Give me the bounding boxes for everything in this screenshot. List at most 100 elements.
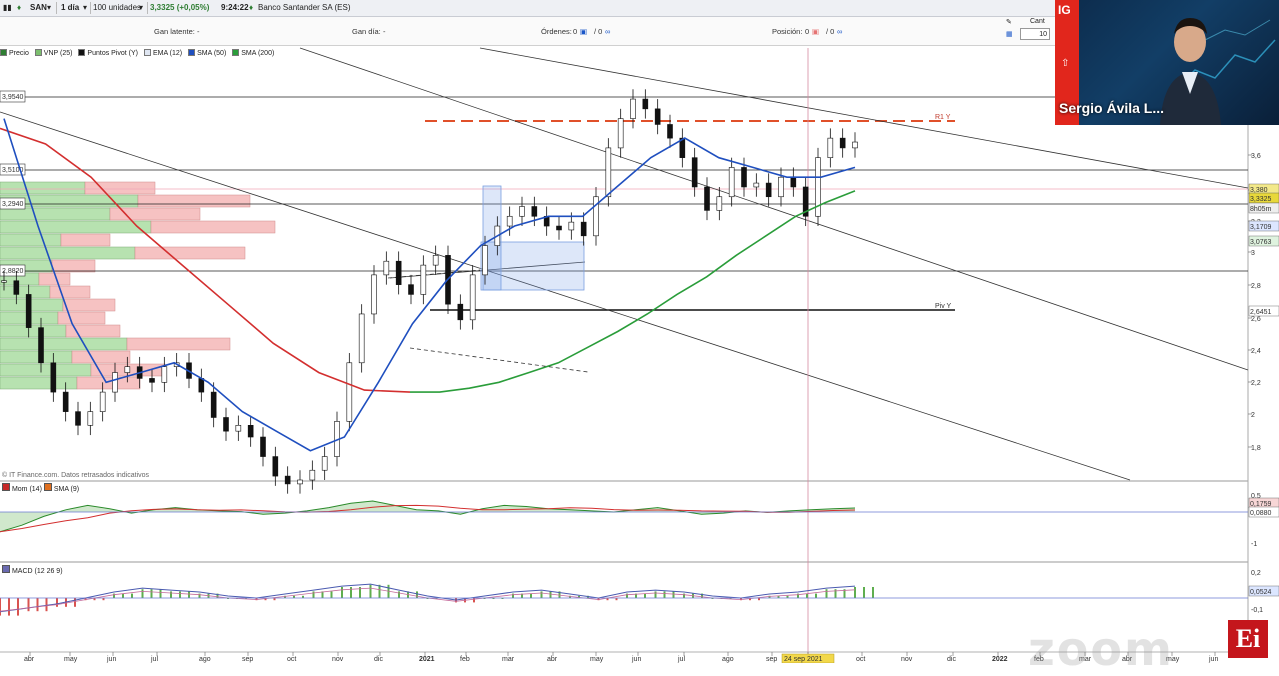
candle-body <box>716 196 723 211</box>
volume-profile-bar <box>57 311 106 325</box>
macd-bar <box>825 589 828 598</box>
candle-body <box>741 167 747 188</box>
y-tick-label: 2 <box>1251 412 1255 419</box>
volume-profile-bar <box>126 337 231 351</box>
x-tick-label: may <box>590 656 604 663</box>
macd-bar <box>122 593 124 598</box>
macd-bar <box>27 598 30 612</box>
legend-label: Puntos Pivot (Y) <box>87 50 138 57</box>
level-label: 3,2940 <box>2 201 24 208</box>
y-tick-label: 3 <box>1251 250 1255 257</box>
legend-item-sma200[interactable]: SMA (200) <box>232 48 274 59</box>
macd-legend: MACD (12 26 9) <box>2 565 63 575</box>
legend-item-price[interactable]: Precio <box>0 48 29 59</box>
x-tick-label: nov <box>332 656 344 663</box>
data-source-note: © IT Finance.com. Datos retrasados indic… <box>2 472 150 479</box>
candle-body <box>482 245 488 276</box>
y-tick-label: 2,8 <box>1251 283 1261 290</box>
candle-body <box>617 118 624 149</box>
x-tick-label: oct <box>287 656 296 663</box>
legend-label[interactable]: MACD (12 26 9) <box>12 568 63 575</box>
macd-bar <box>672 591 675 598</box>
volume-profile-bar <box>0 181 86 195</box>
level-label: 2,8820 <box>2 268 24 275</box>
candle-body <box>124 366 131 373</box>
candle-body <box>457 303 464 321</box>
candle-body <box>827 137 834 158</box>
candle-body <box>753 182 760 188</box>
macd-tag-label: 0,0524 <box>1250 589 1272 596</box>
volume-profile-bar <box>0 337 128 351</box>
volume-profile-bar <box>0 298 64 312</box>
legend-label: SMA (50) <box>197 50 227 57</box>
macd-bar <box>530 593 532 598</box>
legend-swatch-icon <box>0 49 7 56</box>
candle-body <box>297 479 303 485</box>
macd-bar <box>350 587 352 598</box>
candle-body <box>25 294 32 328</box>
candle-body <box>667 124 673 139</box>
price-tag-label: 8h05m <box>1250 206 1272 213</box>
volume-profile-bar <box>0 324 67 338</box>
candle-body <box>506 215 513 227</box>
volume-profile-bar <box>0 220 152 234</box>
legend-item-ema[interactable]: EMA (12) <box>143 48 182 59</box>
legend-swatch-icon <box>232 49 240 56</box>
legend-swatch-icon <box>143 49 151 56</box>
x-tick-label: nov <box>901 656 913 663</box>
volume-profile-bar <box>0 207 111 221</box>
y-tick-label: 0,2 <box>1251 570 1261 577</box>
candle-body <box>691 157 698 188</box>
candle-body <box>38 327 44 364</box>
momentum-legend: Mom (14) SMA (9) <box>2 483 79 493</box>
x-tick-label: jul <box>677 656 685 663</box>
legend-label[interactable]: SMA (9) <box>54 486 79 493</box>
x-tick-label: jun <box>1208 656 1218 663</box>
legend-swatch-icon <box>34 49 42 56</box>
macd-bar <box>0 598 1 616</box>
macd-bar <box>369 584 372 598</box>
x-tick-label: feb <box>460 656 470 663</box>
candle-body <box>371 274 377 315</box>
candle-body <box>605 147 612 198</box>
candle-body <box>247 425 254 438</box>
legend-item-pivot[interactable]: Puntos Pivot (Y) <box>78 48 138 59</box>
macd-bar <box>378 584 381 598</box>
zoom-watermark: zoom <box>1028 622 1174 676</box>
candle-body <box>556 225 562 231</box>
legend-swatch-icon <box>2 483 10 491</box>
macd-bar <box>854 587 856 598</box>
volume-profile-bar <box>60 233 111 247</box>
candle-body <box>223 417 229 432</box>
macd-bar <box>141 589 144 598</box>
macd-bar <box>179 591 181 598</box>
volume-profile-bar <box>51 259 96 273</box>
volume-profile-bar <box>62 298 116 312</box>
volume-profile-bar <box>0 233 62 247</box>
macd-bar <box>644 593 646 598</box>
x-tick-label: dic <box>947 656 956 663</box>
candle-body <box>469 274 476 321</box>
x-tick-label: sep <box>766 656 777 663</box>
macd-bar <box>17 598 19 616</box>
macd-bar <box>341 587 343 598</box>
candle-body <box>420 264 427 295</box>
macd-bar <box>540 591 543 598</box>
candle-body <box>852 141 858 149</box>
legend-item-sma50[interactable]: SMA (50) <box>188 48 226 59</box>
macd-signal-line <box>0 587 856 612</box>
candle-body <box>839 137 846 149</box>
legend-label[interactable]: Mom (14) <box>12 486 42 493</box>
x-tick-label: oct <box>856 656 865 663</box>
x-tick-label: may <box>64 656 78 663</box>
legend-label: VNP (25) <box>43 50 73 57</box>
candle-body <box>309 469 316 481</box>
macd-bar <box>416 591 418 598</box>
candle-body <box>778 176 784 198</box>
candle-body <box>408 284 414 295</box>
volume-profile-bar <box>0 246 136 260</box>
legend-item-vnp[interactable]: VNP (25) <box>34 48 73 59</box>
candle-body <box>75 411 81 426</box>
candle-body <box>321 456 328 471</box>
x-tick-label: dic <box>374 656 383 663</box>
